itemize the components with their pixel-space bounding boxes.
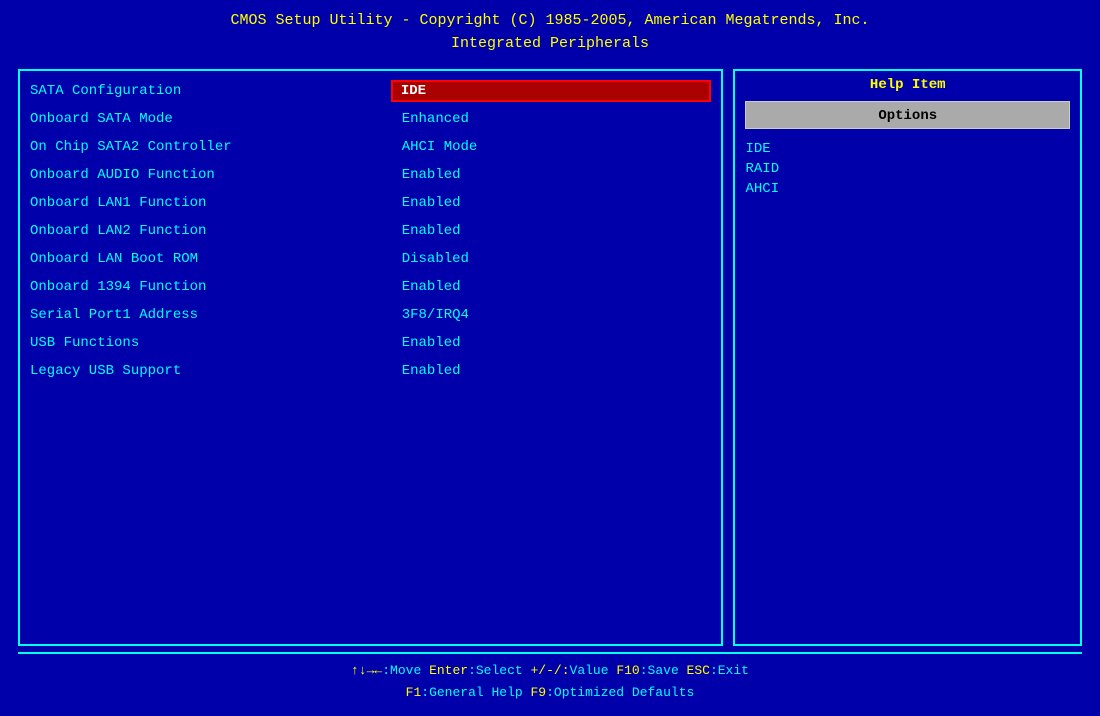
footer-key: F10 (616, 663, 639, 678)
settings-panel: SATA ConfigurationIDEOnboard SATA ModeEn… (18, 69, 723, 646)
options-box: Options (745, 101, 1070, 129)
footer-desc: :Save (640, 663, 687, 678)
settings-label: Onboard SATA Mode (30, 111, 402, 127)
settings-label: SATA Configuration (30, 83, 391, 99)
settings-label: Onboard 1394 Function (30, 279, 402, 295)
help-panel: Help Item Options IDERAIDAHCI (733, 69, 1082, 646)
footer: ↑↓→←:Move Enter:Select +/-/:Value F10:Sa… (18, 652, 1082, 708)
settings-label: Onboard LAN1 Function (30, 195, 402, 211)
settings-value[interactable]: Enabled (402, 363, 712, 379)
settings-value[interactable]: Enabled (402, 195, 712, 211)
settings-label: Onboard AUDIO Function (30, 167, 402, 183)
footer-line1: ↑↓→←:Move Enter:Select +/-/:Value F10:Sa… (18, 660, 1082, 682)
settings-row[interactable]: USB FunctionsEnabled (30, 329, 711, 357)
option-item[interactable]: AHCI (745, 179, 1070, 199)
footer-key: ESC (687, 663, 710, 678)
settings-row[interactable]: On Chip SATA2 ControllerAHCI Mode (30, 133, 711, 161)
footer-key: ↑↓→← (351, 663, 382, 678)
main-container: SATA ConfigurationIDEOnboard SATA ModeEn… (18, 69, 1082, 646)
footer-key: Enter (429, 663, 468, 678)
settings-row[interactable]: Legacy USB SupportEnabled (30, 357, 711, 385)
settings-value[interactable]: Enabled (402, 223, 712, 239)
footer-desc: :Move (382, 663, 429, 678)
settings-label: Onboard LAN2 Function (30, 223, 402, 239)
settings-value[interactable]: Enabled (402, 335, 712, 351)
settings-label: Legacy USB Support (30, 363, 402, 379)
footer-key: F9 (530, 685, 546, 700)
footer-desc: :Select (468, 663, 530, 678)
settings-row[interactable]: Onboard LAN Boot ROMDisabled (30, 245, 711, 273)
footer-key: F1 (406, 685, 422, 700)
settings-row[interactable]: Serial Port1 Address3F8/IRQ4 (30, 301, 711, 329)
settings-value[interactable]: Enabled (402, 279, 712, 295)
header-line1: CMOS Setup Utility - Copyright (C) 1985-… (0, 10, 1100, 33)
footer-line2: F1:General Help F9:Optimized Defaults (18, 682, 1082, 704)
settings-value[interactable]: Enhanced (402, 111, 712, 127)
settings-value[interactable]: IDE (391, 80, 712, 102)
settings-value[interactable]: Disabled (402, 251, 712, 267)
options-list: IDERAIDAHCI (745, 139, 1070, 199)
settings-value[interactable]: 3F8/IRQ4 (402, 307, 712, 323)
settings-row[interactable]: Onboard LAN2 FunctionEnabled (30, 217, 711, 245)
option-item[interactable]: RAID (745, 159, 1070, 179)
settings-value[interactable]: Enabled (402, 167, 712, 183)
settings-value[interactable]: AHCI Mode (402, 139, 712, 155)
settings-label: On Chip SATA2 Controller (30, 139, 402, 155)
header-line2: Integrated Peripherals (0, 33, 1100, 56)
footer-desc: :Optimized Defaults (546, 685, 694, 700)
page-header: CMOS Setup Utility - Copyright (C) 1985-… (0, 0, 1100, 61)
settings-label: USB Functions (30, 335, 402, 351)
footer-desc: :Exit (710, 663, 749, 678)
footer-key: +/-/: (531, 663, 570, 678)
help-title: Help Item (745, 77, 1070, 93)
settings-row[interactable]: Onboard 1394 FunctionEnabled (30, 273, 711, 301)
settings-label: Onboard LAN Boot ROM (30, 251, 402, 267)
footer-desc: Value (570, 663, 617, 678)
settings-row[interactable]: Onboard SATA ModeEnhanced (30, 105, 711, 133)
option-item[interactable]: IDE (745, 139, 1070, 159)
settings-label: Serial Port1 Address (30, 307, 402, 323)
settings-row[interactable]: Onboard LAN1 FunctionEnabled (30, 189, 711, 217)
footer-desc: :General Help (421, 685, 530, 700)
settings-row[interactable]: Onboard AUDIO FunctionEnabled (30, 161, 711, 189)
options-label: Options (878, 108, 937, 124)
settings-row[interactable]: SATA ConfigurationIDE (30, 77, 711, 105)
